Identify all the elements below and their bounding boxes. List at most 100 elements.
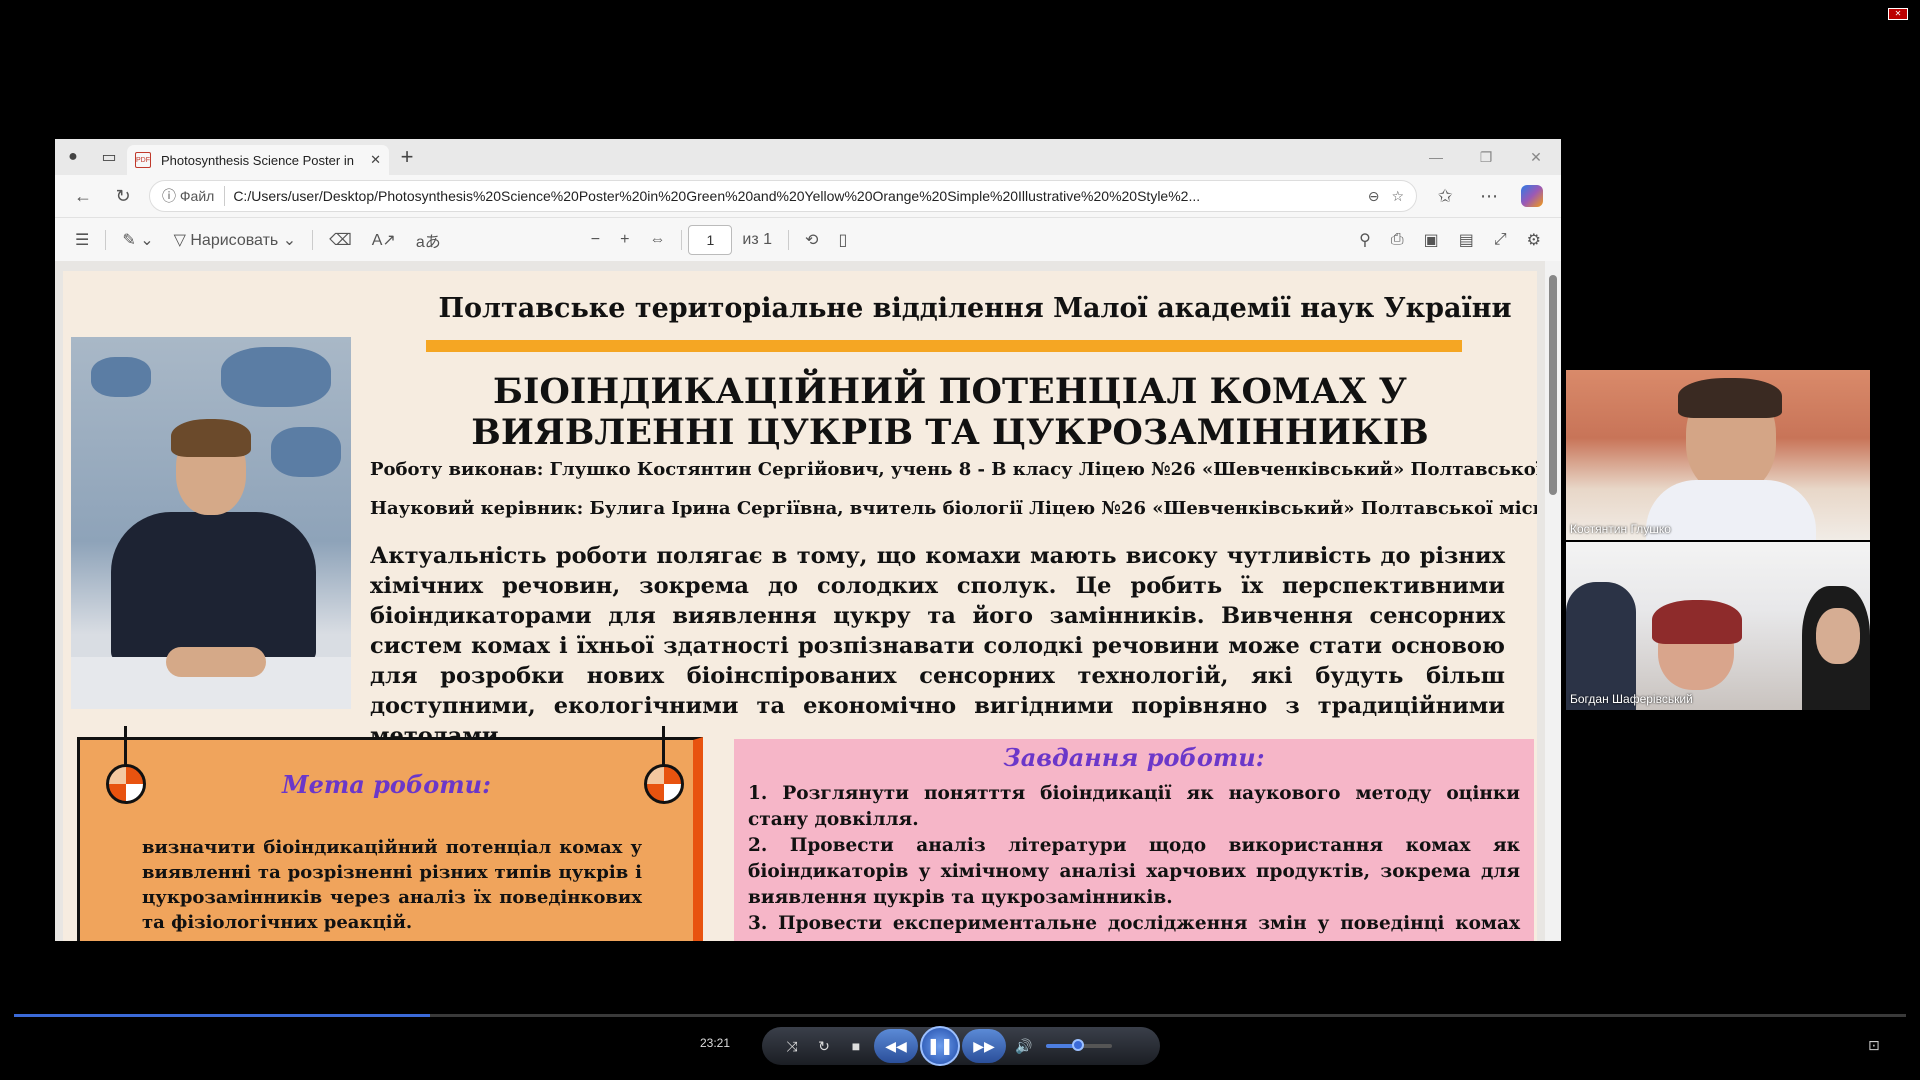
close-window-icon[interactable]: ✕: [1511, 149, 1561, 166]
map-shape: [221, 347, 331, 407]
tab-pdf[interactable]: PDF Photosynthesis Science Poster in ✕: [127, 145, 389, 175]
pdf-page: Полтавське територіальне відділення Мало…: [63, 271, 1537, 941]
more-menu-icon[interactable]: ⋯: [1467, 186, 1511, 207]
scrollbar-thumb[interactable]: [1549, 275, 1557, 495]
repeat-icon[interactable]: ↻: [808, 1038, 840, 1055]
poster-title: БІОІНДИКАЦІЙНИЙ ПОТЕНЦІАЛ КОМАХ У ВИЯВЛЕ…: [363, 371, 1537, 453]
goal-text: визначити біоіндикаційний потенціал кома…: [142, 837, 642, 933]
fast-forward-button[interactable]: ▶▶: [962, 1029, 1006, 1063]
switch-view-icon[interactable]: ⊡: [1868, 1037, 1880, 1054]
contents-icon[interactable]: ☰: [65, 230, 99, 250]
task-item: 1. Розглянути понятття біоіндикації як н…: [748, 783, 1520, 830]
settings-icon[interactable]: ⚙: [1517, 230, 1551, 250]
url-text: C:/Users/user/Desktop/Photosynthesis%20S…: [233, 188, 1201, 204]
translate-icon[interactable]: aあ: [406, 228, 451, 252]
task-item: 2. Провести аналіз літератури щодо викор…: [748, 835, 1520, 908]
profile-icon[interactable]: ●: [55, 139, 91, 175]
address-bar-row: ← ↻ ⓘ Файл C:/Users/user/Desktop/Photosy…: [55, 175, 1561, 217]
search-icon[interactable]: ⚲: [1349, 230, 1381, 250]
divider: [312, 229, 314, 250]
restore-icon[interactable]: ❐: [1461, 149, 1511, 166]
title-line-1: БІОІНДИКАЦІЙНИЙ ПОТЕНЦІАЛ КОМАХ У: [493, 371, 1407, 412]
player-controls: ⤨ ↻ ■ ◀◀ ❚❚ ▶▶ 🔊: [762, 1026, 1160, 1066]
author-line: Роботу виконав: Глушко Костянтин Сергійо…: [370, 459, 1537, 480]
fit-page-icon[interactable]: ⇔: [639, 231, 675, 249]
playback-time: 23:21: [700, 1036, 731, 1050]
map-shape: [271, 427, 341, 477]
video-tile-2[interactable]: Богдан Шаферівський: [1566, 542, 1870, 710]
supervisor-line: Науковий керівник: Булига Ірина Сергіївн…: [370, 498, 1537, 519]
favorite-star-icon[interactable]: ☆: [1391, 188, 1404, 205]
relevance-paragraph: Актуальність роботи полягає в тому, що к…: [370, 543, 1505, 749]
volume-knob[interactable]: [1072, 1039, 1084, 1051]
back-icon[interactable]: ←: [63, 186, 103, 207]
tasks-list: 1. Розглянути понятття біоіндикації як н…: [748, 781, 1520, 941]
tasks-heading: Завдання роботи:: [1003, 743, 1265, 772]
pause-button[interactable]: ❚❚: [920, 1026, 960, 1066]
divider: [681, 229, 683, 250]
zoom-out-icon[interactable]: −: [581, 231, 610, 249]
student-photo: [71, 337, 351, 709]
page-count: из 1: [742, 230, 773, 248]
tasks-panel: Завдання роботи: 1. Розглянути понятття …: [734, 739, 1534, 941]
language-flag-icon[interactable]: ✕: [1888, 8, 1908, 20]
fullscreen-icon[interactable]: ⤢: [1484, 231, 1517, 249]
figure-hands: [166, 647, 266, 677]
minimize-icon[interactable]: —: [1411, 149, 1461, 166]
window-controls: — ❐ ✕: [1411, 149, 1561, 166]
highlight-icon[interactable]: ✎ ⌄: [112, 230, 163, 250]
close-tab-icon[interactable]: ✕: [370, 152, 381, 168]
volume-icon[interactable]: 🔊: [1008, 1038, 1040, 1055]
shuffle-icon[interactable]: ⤨: [776, 1038, 808, 1055]
participant-name: Костянтин Глушко: [1570, 522, 1671, 536]
video-tile-1[interactable]: Костянтин Глушко: [1566, 370, 1870, 540]
page-view-icon[interactable]: ▯: [828, 230, 857, 250]
file-label: Файл: [179, 188, 215, 204]
task-item: 3. Провести експериментальне дослідження…: [748, 913, 1520, 941]
draw-button[interactable]: ▽ Нарисовать ⌄: [164, 230, 307, 250]
eraser-icon[interactable]: ⌫: [319, 230, 362, 250]
poster-org: Полтавське територіальне відділення Мало…: [438, 293, 1512, 324]
figure-hair: [171, 419, 251, 457]
print-icon[interactable]: ⎙: [1381, 231, 1414, 249]
save-icon[interactable]: ▣: [1414, 230, 1449, 250]
volume-slider[interactable]: [1046, 1039, 1112, 1051]
pdf-toolbar: ☰ ✎ ⌄ ▽ Нарисовать ⌄ ⌫ A↗ aあ − + ⇔ 1 из …: [55, 217, 1561, 261]
copilot-icon[interactable]: [1521, 185, 1543, 207]
goal-heading: Мета роботи:: [282, 770, 491, 799]
rotate-icon[interactable]: ⟲: [795, 230, 828, 250]
page-number-input[interactable]: 1: [688, 224, 733, 255]
address-bar[interactable]: ⓘ Файл C:/Users/user/Desktop/Photosynthe…: [149, 180, 1417, 212]
zoom-in-icon[interactable]: +: [610, 231, 639, 249]
participant-face: [1816, 608, 1860, 664]
save-as-icon[interactable]: ▤: [1449, 230, 1484, 250]
site-info[interactable]: ⓘ Файл: [162, 186, 226, 206]
participant-shirt: [1646, 480, 1816, 540]
figure-body: [111, 512, 316, 662]
scrollbar[interactable]: [1545, 261, 1561, 941]
participant-name: Богдан Шаферівський: [1570, 692, 1693, 706]
zoom-icon[interactable]: ⊖: [1368, 188, 1380, 205]
participant-hair: [1652, 600, 1742, 644]
tab-title: Photosynthesis Science Poster in: [161, 152, 354, 168]
seek-bar[interactable]: [14, 1014, 1906, 1017]
tab-actions-icon[interactable]: ▭: [91, 139, 127, 175]
divider: [788, 229, 790, 250]
tab-bar: ● ▭ PDF Photosynthesis Science Poster in…: [55, 139, 1561, 175]
draw-label: Нарисовать: [190, 231, 279, 249]
screen: ✕ ● ▭ PDF Photosynthesis Science Poster …: [0, 0, 1920, 1080]
new-tab-button[interactable]: +: [389, 144, 425, 170]
seek-progress: [14, 1014, 431, 1017]
title-line-2: ВИЯВЛЕННІ ЦУКРІВ ТА ЦУКРОЗАМІННИКІВ: [471, 412, 1429, 453]
favorites-icon[interactable]: ✩: [1423, 186, 1467, 207]
refresh-icon[interactable]: ↻: [103, 186, 143, 207]
rewind-button[interactable]: ◀◀: [874, 1029, 918, 1063]
pdf-viewport[interactable]: Полтавське територіальне відділення Мало…: [55, 261, 1561, 941]
read-aloud-icon[interactable]: A↗: [362, 230, 406, 250]
participant-hair: [1678, 378, 1782, 418]
pdf-icon: PDF: [135, 152, 151, 168]
stop-icon[interactable]: ■: [840, 1038, 872, 1054]
participant-figure: [1566, 582, 1636, 710]
orange-divider: [426, 340, 1462, 352]
map-shape: [91, 357, 151, 397]
